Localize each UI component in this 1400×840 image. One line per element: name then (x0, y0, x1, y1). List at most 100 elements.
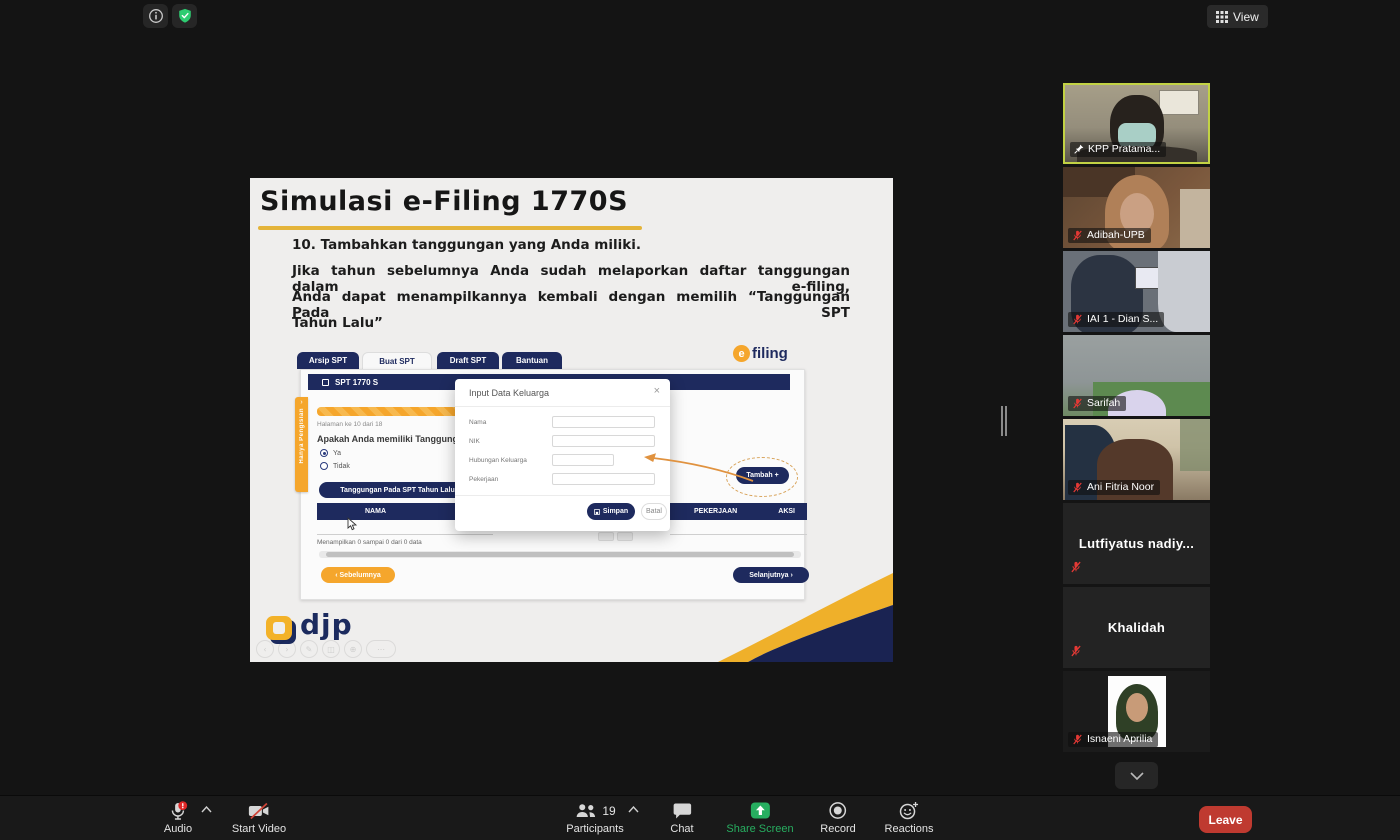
sebelumnya-button[interactable]: ‹ Sebelumnya (321, 567, 395, 583)
input-hubungan-keluarga[interactable] (552, 454, 614, 466)
slideshow-controls: ‹ › ✎ ◫ ⊕ ⋯ (256, 640, 396, 658)
participant-tile-sarifah[interactable]: Sarifah (1063, 335, 1210, 416)
input-nama[interactable] (552, 416, 655, 428)
reactions-label: Reactions (885, 823, 934, 835)
leave-button[interactable]: Leave (1199, 806, 1252, 833)
next-slide-icon[interactable]: › (278, 640, 296, 658)
reactions-icon (898, 801, 919, 820)
background-foliage (1180, 419, 1210, 471)
muted-mic-indicator (1070, 560, 1082, 578)
reactions-button[interactable]: Reactions (885, 801, 934, 835)
participants-button[interactable]: 19 Participants (566, 801, 623, 835)
pagination-next-mini[interactable] (617, 532, 633, 541)
radio-row-tidak[interactable]: Tidak (320, 462, 350, 470)
meeting-info-button[interactable] (143, 4, 168, 28)
scroll-participants-down-button[interactable] (1115, 762, 1158, 789)
chat-button[interactable]: Chat (670, 801, 693, 835)
scrollbar-thumb[interactable] (326, 552, 794, 557)
participant-tile-isnaeni[interactable]: Isnaeni Aprilia (1063, 671, 1210, 752)
pen-icon[interactable]: ✎ (300, 640, 318, 658)
slide-corner-decoration (718, 567, 893, 662)
shared-screen-slide: Simulasi e-Filing 1770S 10. Tambahkan ta… (250, 178, 893, 662)
input-pekerjaan[interactable] (552, 473, 655, 485)
tab-draft-spt: Draft SPT (437, 352, 499, 369)
leave-label: Leave (1208, 813, 1242, 827)
muted-mic-icon (1072, 482, 1083, 493)
audio-label: Audio (164, 823, 192, 835)
mouse-cursor-icon (347, 517, 358, 531)
page-info: Halaman ke 10 dari 18 (317, 421, 382, 428)
participant-name-badge: IAI 1 - Dian S... (1068, 312, 1164, 327)
share-screen-label: Share Screen (726, 823, 793, 835)
participant-name-badge: Sarifah (1068, 396, 1126, 411)
modal-title: Input Data Keluarga (469, 388, 549, 398)
spt-1770s-title: SPT 1770 S (335, 378, 378, 387)
participant-tile-adibah[interactable]: Adibah-UPB (1063, 167, 1210, 248)
label-hubungan-keluarga: Hubungan Keluarga (469, 457, 527, 464)
background-wall (1180, 189, 1210, 248)
radio-tidak-label: Tidak (333, 463, 350, 470)
start-video-button[interactable]: Start Video (232, 801, 286, 835)
participant-name: Ani Fitria Noor (1087, 481, 1154, 493)
picture-frame (1159, 90, 1199, 115)
record-button[interactable]: Record (820, 801, 855, 835)
horizontal-scrollbar[interactable] (319, 551, 801, 558)
pin-icon (1074, 144, 1084, 154)
participant-name-centered: Khalidah (1063, 587, 1210, 668)
muted-mic-icon (1072, 314, 1083, 325)
muted-mic-icon (1070, 645, 1082, 657)
avatar-face (1126, 693, 1148, 722)
modal-close-icon[interactable]: × (654, 385, 660, 397)
radio-dot (323, 452, 326, 455)
label-nik: NIK (469, 438, 480, 445)
shield-check-icon (177, 8, 193, 24)
record-icon (829, 801, 848, 820)
view-button-label: View (1233, 10, 1259, 24)
tanggungan-question: Apakah Anda memiliki Tanggungan? (317, 434, 474, 444)
participants-options-chevron[interactable] (628, 806, 639, 813)
participant-tile-ani-fitria[interactable]: Ani Fitria Noor (1063, 419, 1210, 500)
more-controls[interactable]: ⋯ (366, 640, 396, 658)
empty-table-row-right (670, 520, 807, 535)
radio-row-ya[interactable]: Ya (320, 449, 341, 457)
slide-point-10: 10. Tambahkan tanggungan yang Anda milik… (292, 237, 852, 253)
participant-tile-lutfiyatus[interactable]: Lutfiyatus nadiy... (1063, 503, 1210, 584)
radio-tidak[interactable] (320, 462, 328, 470)
tanggungan-button-label: Tanggungan Pada SPT Tahun Lalu (340, 487, 454, 494)
muted-mic-icon (1072, 398, 1083, 409)
info-icon (148, 8, 164, 24)
document-icon (322, 379, 329, 386)
radio-ya-selected[interactable] (320, 449, 328, 457)
participant-name: Adibah-UPB (1087, 229, 1145, 241)
grid-icon[interactable]: ◫ (322, 640, 340, 658)
input-data-keluarga-modal: Input Data Keluarga × Nama NIK Hubungan … (455, 379, 670, 531)
participant-name-centered: Lutfiyatus nadiy... (1063, 503, 1210, 584)
efiling-logo-text: filing (752, 345, 788, 362)
pagination-prev-mini[interactable] (598, 532, 614, 541)
prev-slide-icon[interactable]: ‹ (256, 640, 274, 658)
col-pekerjaan: PEKERJAAN (694, 508, 737, 515)
participant-tile-khalidah[interactable]: Khalidah (1063, 587, 1210, 668)
participant-name-badge: Adibah-UPB (1068, 228, 1151, 243)
side-tab-label: Hanya Pengisian (299, 408, 305, 464)
audio-button[interactable]: Audio (164, 801, 192, 835)
sidebar-resize-handle[interactable] (1001, 406, 1007, 436)
batal-button[interactable]: Batal (641, 503, 667, 520)
participant-tile-kpp-pratama[interactable]: KPP Pratama... (1063, 83, 1210, 164)
chevron-down-icon (1130, 772, 1144, 780)
col-nama: NAMA (365, 508, 386, 515)
participant-tile-iai-dian[interactable]: IAI 1 - Dian S... (1063, 251, 1210, 332)
simpan-button[interactable]: Simpan (587, 503, 635, 520)
chevron-right-icon: › (300, 399, 302, 406)
mic-warning-icon (168, 801, 188, 821)
chat-icon (672, 802, 692, 820)
zoom-icon[interactable]: ⊕ (344, 640, 362, 658)
input-nik[interactable] (552, 435, 655, 447)
annotation-arrow-icon (641, 451, 759, 485)
security-button[interactable] (172, 4, 197, 28)
slide-title: Simulasi e-Filing 1770S (260, 186, 628, 217)
efiling-logo-e-icon: e (733, 345, 750, 362)
audio-options-chevron[interactable] (201, 806, 212, 813)
view-button[interactable]: View (1207, 5, 1268, 28)
share-screen-button[interactable]: Share Screen (726, 801, 793, 835)
